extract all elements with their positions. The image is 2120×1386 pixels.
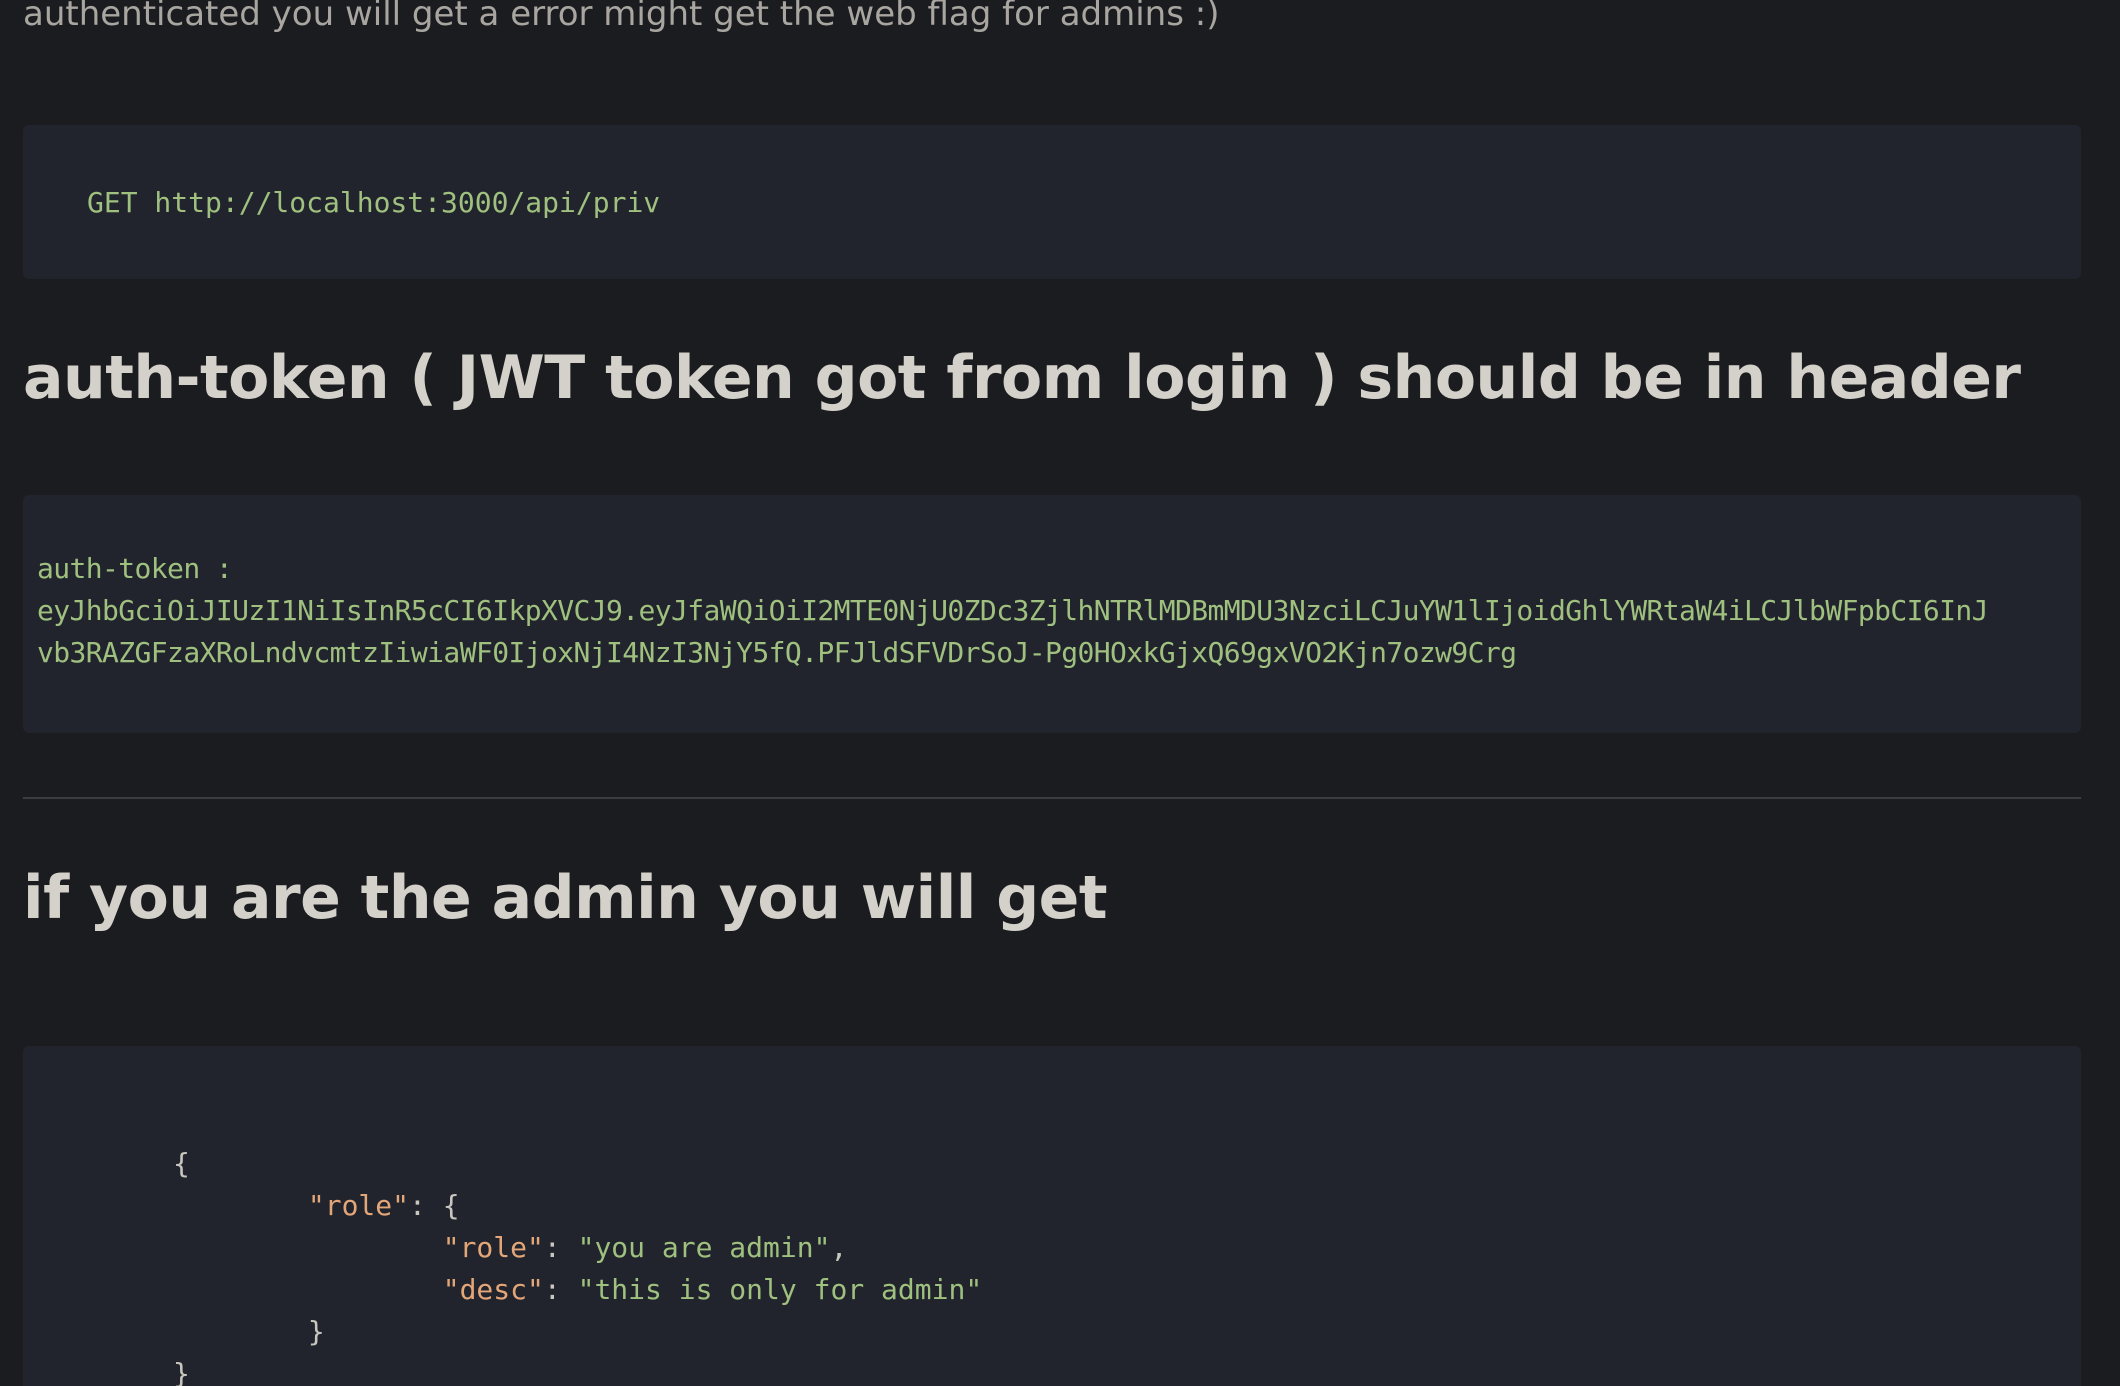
json-line-6: } — [173, 1353, 2081, 1386]
json-inner-role-value: "you are admin" — [577, 1231, 831, 1264]
token-code-block: auth-token : eyJhbGciOiJIUzI1NiIsInR5cCI6… — [23, 495, 2081, 733]
json-role-key: "role" — [307, 1189, 410, 1222]
request-code-block: GET http://localhost:3000/api/priv — [23, 125, 2081, 279]
json-open-brace: { — [173, 1147, 190, 1180]
json-line-2: "role": { — [173, 1185, 2081, 1227]
json-close-inner: } — [307, 1315, 325, 1348]
json-role-colon: : { — [409, 1189, 460, 1222]
request-line: GET http://localhost:3000/api/priv — [87, 186, 661, 219]
json-line-1: { — [173, 1143, 2081, 1185]
json-line-4: "desc": "this is only for admin" — [442, 1273, 983, 1306]
json-inner-role-key: "role" — [442, 1231, 544, 1264]
response-code-block: { "role": { "role": "you are admin", "de… — [23, 1046, 2081, 1386]
json-line-5: } — [173, 1311, 2081, 1353]
json-line-3: "role": "you are admin", — [442, 1231, 848, 1264]
auth-token-heading: auth-token ( JWT token got from login ) … — [23, 343, 2021, 413]
token-value-line-2: vb3RAZGFzaXRoLndvcmtzIiwiaWF0IjoxNjI4NzI… — [37, 636, 1517, 669]
admin-heading: if you are the admin you will get — [23, 863, 1108, 933]
json-inner-desc-key: "desc" — [442, 1273, 544, 1306]
section-divider — [23, 797, 2081, 799]
token-value-line-1: eyJhbGciOiJIUzI1NiIsInR5cCI6IkpXVCJ9.eyJ… — [37, 594, 1989, 627]
token-label: auth-token : — [37, 552, 233, 585]
intro-text: authenticated you will get a error might… — [23, 0, 1220, 34]
json-inner-desc-value: "this is only for admin" — [577, 1273, 983, 1306]
json-close-outer: } — [173, 1357, 190, 1386]
